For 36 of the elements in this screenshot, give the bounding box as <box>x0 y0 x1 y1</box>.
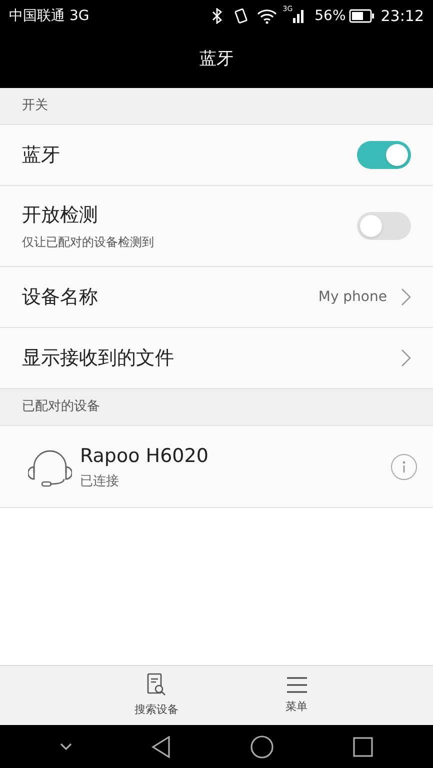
page-title: 蓝牙 <box>200 48 234 72</box>
device-name: Rapoo H6020 <box>80 444 210 468</box>
chevron-icon <box>401 288 411 306</box>
row-subtitle: 仅让已配对的设备检测到 <box>22 234 155 251</box>
toggle-switch[interactable] <box>357 141 411 169</box>
bluetooth-icon <box>210 8 223 24</box>
action-button[interactable]: 搜索设备 <box>122 666 192 725</box>
row-label: 设备名称 <box>22 284 99 310</box>
wifi-icon <box>256 8 277 24</box>
toggle-switch[interactable] <box>357 212 411 240</box>
settings-row[interactable]: 蓝牙 <box>0 125 433 186</box>
settings-row[interactable]: 设备名称 My phone <box>0 267 433 328</box>
home-icon[interactable] <box>250 734 274 758</box>
signal-icon <box>292 9 305 23</box>
section-title: 开关 <box>22 97 48 116</box>
search-icon <box>146 672 166 697</box>
recents-icon[interactable] <box>353 736 374 756</box>
device-row[interactable]: Rapoo H6020 已连接 <box>0 426 433 508</box>
battery-icon <box>348 9 375 23</box>
settings-row[interactable]: 显示接收到的文件 <box>0 328 433 389</box>
row-value: My phone <box>318 288 387 306</box>
carrier-text: 中国联通 3G <box>9 6 90 26</box>
row-label: 蓝牙 <box>22 142 61 168</box>
menu-icon <box>286 676 308 694</box>
row-label: 显示接收到的文件 <box>22 346 175 371</box>
chevron-icon <box>401 349 411 367</box>
back-icon[interactable] <box>150 736 171 758</box>
clock-text: 23:12 <box>380 6 424 27</box>
settings-row[interactable]: 开放检测 仅让已配对的设备检测到 <box>0 186 433 267</box>
chevron-down-icon[interactable] <box>60 742 72 750</box>
section-title: 已配对的设备 <box>22 398 100 416</box>
battery-text: 56% <box>314 6 346 26</box>
device-status: 已连接 <box>80 473 120 491</box>
action-button[interactable]: 菜单 <box>262 666 332 725</box>
row-label: 开放检测 <box>22 203 99 228</box>
vibrate-icon <box>232 8 249 24</box>
